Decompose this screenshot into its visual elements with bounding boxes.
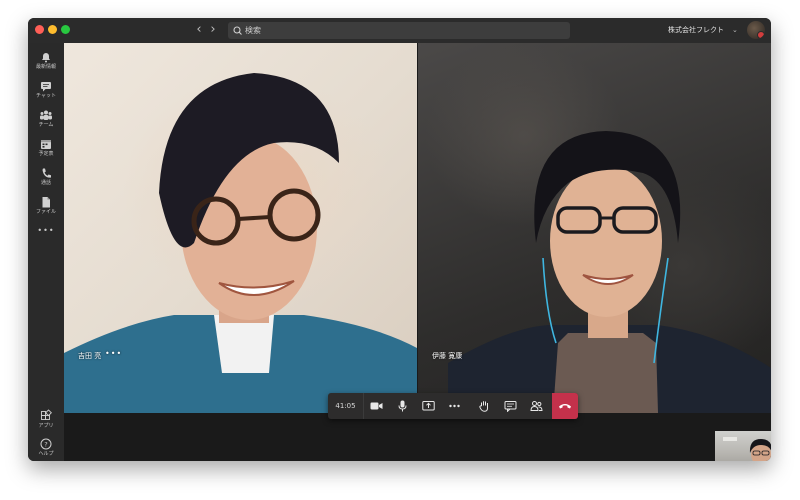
camera-toggle-button[interactable]	[364, 393, 389, 419]
search-placeholder: 検索	[245, 26, 261, 35]
search-input[interactable]: 検索	[228, 22, 570, 39]
participant-name: 吉田 亮	[78, 352, 102, 360]
close-window-button[interactable]	[35, 25, 44, 34]
more-icon: •••	[37, 226, 55, 235]
sidebar-item-chat[interactable]: チャット	[28, 78, 64, 108]
chat-icon	[28, 78, 64, 92]
sidebar-item-activity[interactable]: 最新情報	[28, 49, 64, 79]
participant-video-tile[interactable]: 吉田 亮 •••	[64, 43, 417, 413]
participant-video-tile[interactable]: 伊藤 寛康	[418, 43, 771, 413]
chat-icon	[504, 401, 517, 412]
participants-icon	[530, 401, 543, 411]
search-icon	[233, 22, 243, 39]
self-video-image	[723, 437, 771, 461]
raise-hand-icon	[479, 401, 489, 412]
more-options-button[interactable]	[442, 393, 467, 419]
call-timer: 41:05	[328, 393, 364, 419]
raise-hand-button[interactable]	[472, 393, 497, 419]
presence-busy-icon	[757, 31, 765, 39]
teams-window: ‹ › 検索 株式会社フレクト ⌄ 最新情報 チャット チーム 予定表 通話 フ…	[28, 18, 771, 461]
sidebar-item-more[interactable]: •••	[28, 223, 64, 239]
call-controls-bar: 41:05	[328, 393, 578, 419]
sidebar-item-calendar[interactable]: 予定表	[28, 136, 64, 166]
phone-icon	[28, 165, 64, 179]
back-arrow-icon[interactable]: ‹	[192, 22, 206, 38]
meeting-stage: 吉田 亮 ••• 伊藤 寛康 41:05	[64, 43, 771, 461]
apps-icon	[28, 408, 64, 422]
participant-video-image	[448, 131, 771, 413]
participants-button[interactable]	[524, 393, 549, 419]
chevron-down-icon[interactable]: ⌄	[732, 22, 738, 39]
hang-up-button[interactable]	[552, 393, 578, 419]
sidebar-item-apps[interactable]: アプリ	[28, 408, 64, 438]
more-options-icon	[449, 404, 460, 408]
help-icon: ?	[28, 436, 64, 450]
app-bar: 最新情報 チャット チーム 予定表 通話 ファイル ••• アプリ ? ヘルプ	[28, 43, 64, 461]
calendar-icon	[28, 136, 64, 150]
sidebar-item-teams[interactable]: チーム	[28, 107, 64, 137]
organization-switcher[interactable]: 株式会社フレクト	[668, 22, 724, 39]
minimize-window-button[interactable]	[48, 25, 57, 34]
camera-icon	[370, 402, 383, 410]
file-icon	[28, 194, 64, 208]
title-bar: ‹ › 検索 株式会社フレクト ⌄	[28, 18, 771, 43]
participant-name: 伊藤 寛康	[432, 352, 463, 360]
self-video-preview[interactable]	[715, 431, 771, 461]
microphone-icon	[398, 400, 407, 412]
user-avatar[interactable]	[747, 21, 765, 39]
share-screen-icon	[422, 401, 435, 411]
participant-more-icon[interactable]: •••	[105, 349, 122, 358]
hang-up-icon	[559, 404, 571, 409]
sidebar-item-calls[interactable]: 通話	[28, 165, 64, 195]
share-screen-button[interactable]	[416, 393, 441, 419]
sidebar-item-files[interactable]: ファイル	[28, 194, 64, 224]
svg-text:?: ?	[44, 440, 47, 448]
forward-arrow-icon[interactable]: ›	[206, 22, 220, 38]
bell-icon	[28, 49, 64, 63]
teams-icon	[28, 107, 64, 121]
zoom-window-button[interactable]	[61, 25, 70, 34]
microphone-toggle-button[interactable]	[390, 393, 415, 419]
meeting-chat-button[interactable]	[498, 393, 523, 419]
sidebar-item-help[interactable]: ? ヘルプ	[28, 436, 64, 461]
